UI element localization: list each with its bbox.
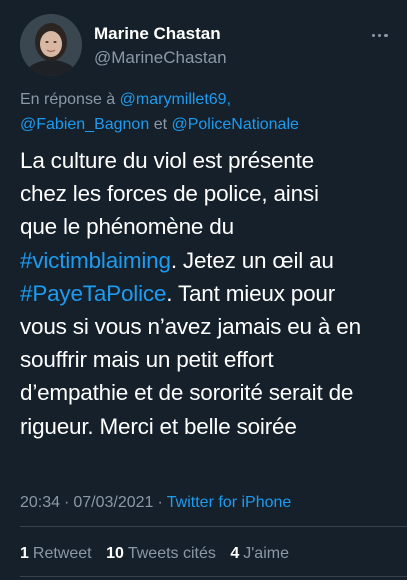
tweet-line-4: #victimblaiming. Jetez un œil au — [20, 244, 400, 277]
tweet-header: Marine Chastan @MarineChastan — [20, 14, 392, 78]
reply-context: En réponse à @marymillet69, @Fabien_Bagn… — [20, 87, 392, 137]
divider-bottom — [20, 576, 407, 577]
user-photo-icon — [20, 14, 82, 76]
meta-separator-2: · — [157, 494, 163, 511]
tweet-meta: 20:34 · 07/03/2021 · Twitter for iPhone — [20, 492, 291, 514]
retweets-count: 1 — [20, 545, 29, 562]
tweet-line-7: souffrir mais un petit effort — [20, 347, 274, 373]
tweet-line-1: La culture du viol est présente — [20, 148, 314, 173]
quotes-stat[interactable]: 10 Tweets cités — [106, 545, 216, 562]
likes-label: J'aime — [243, 545, 289, 562]
mention-policenationale[interactable]: @PoliceNationale — [171, 116, 298, 133]
tweet-line-6: vous si vous n’avez jamais eu à en — [20, 314, 361, 340]
author-handle[interactable]: @MarineChastan — [94, 47, 227, 69]
quotes-count: 10 — [106, 545, 124, 562]
avatar[interactable] — [20, 14, 82, 76]
tweet-line-2: chez les forces de police, ainsi — [20, 181, 319, 207]
retweets-stat[interactable]: 1 Retweet — [20, 545, 92, 562]
tweet-line-9: rigueur. Merci et belle soirée — [20, 413, 297, 439]
tweet-line-5-rest: . Tant mieux pour — [166, 280, 336, 306]
meta-separator: · — [64, 494, 70, 511]
mention-fabien-bagnon[interactable]: @Fabien_Bagnon — [20, 116, 149, 133]
reply-prefix: En réponse à — [20, 91, 116, 108]
tweet-text: La culture du viol est présente chez les… — [20, 144, 400, 443]
author-display-name[interactable]: Marine Chastan — [94, 24, 227, 44]
tweet-time[interactable]: 20:34 — [20, 494, 60, 511]
likes-stat[interactable]: 4 J'aime — [230, 545, 289, 562]
tweet-line-8: d’empathie et de sororité serait de — [20, 380, 354, 406]
tweet-detail: Marine Chastan @MarineChastan En réponse… — [0, 0, 407, 580]
tweet-line-5: #PayeTaPolice. Tant mieux pour — [20, 277, 400, 310]
tweet-date[interactable]: 07/03/2021 — [73, 494, 153, 511]
tweet-line-4-rest: . Jetez un œil au — [170, 247, 334, 273]
tweet-source[interactable]: Twitter for iPhone — [167, 494, 292, 511]
author-names[interactable]: Marine Chastan @MarineChastan — [94, 24, 227, 69]
reply-conjunction: et — [153, 116, 168, 133]
more-options-icon[interactable] — [370, 24, 392, 38]
retweets-label: Retweet — [32, 545, 92, 562]
likes-count: 4 — [230, 545, 240, 562]
mention-marymillet69[interactable]: @marymillet69, — [120, 91, 231, 108]
hashtag-victimblaiming[interactable]: #victimblaiming — [20, 248, 171, 273]
quotes-label: Tweets cités — [127, 545, 216, 562]
tweet-stats: 1 Retweet 10 Tweets cités 4 J'aime — [20, 543, 299, 565]
divider — [20, 526, 407, 527]
hashtag-payetapolice[interactable]: #PayeTaPolice — [20, 281, 166, 306]
tweet-line-3: que le phénomène du — [20, 214, 234, 240]
